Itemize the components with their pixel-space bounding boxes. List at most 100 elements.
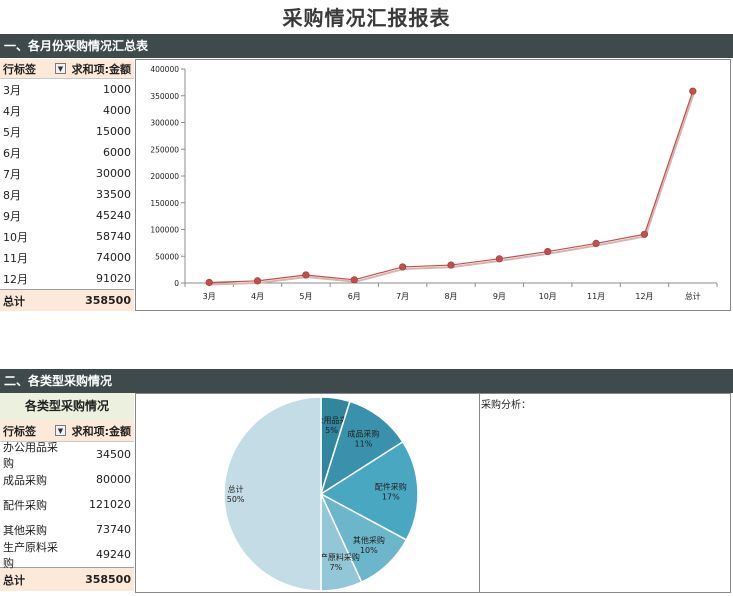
table-row: 8月 33500	[0, 184, 134, 205]
y-tick-label: 200000	[150, 172, 179, 181]
section2-header: 二、各类型采购情况	[0, 369, 733, 393]
x-tick-label: 12月	[635, 292, 653, 301]
row-value: 6000	[103, 146, 131, 159]
data-point	[495, 255, 503, 263]
data-point	[253, 277, 262, 285]
x-tick-label: 7月	[396, 292, 409, 301]
slice-label: 总计	[228, 484, 244, 494]
row-value: 121020	[89, 498, 131, 511]
row-value: 4000	[103, 104, 131, 117]
sum-header: 求和项:金额	[71, 424, 131, 438]
row-value: 34500	[96, 448, 131, 461]
data-point	[447, 261, 455, 269]
pie-slice	[223, 396, 322, 592]
row-label: 其他采购	[3, 523, 47, 537]
monthly-pivot-table: 行标签 ▼ 求和项:金额 3月 1000 4月 4000 5月 15000 6月 6000 7月 3…	[0, 59, 134, 311]
row-label: 办公用品采购	[3, 440, 58, 470]
table-row: 11月 74000	[0, 247, 134, 268]
row-value: 80000	[96, 473, 131, 486]
row-value: 49240	[96, 548, 131, 561]
table-row: 6月 6000	[0, 142, 134, 163]
x-tick-label: 6月	[348, 292, 361, 301]
section1-header: 一、各月份采购情况汇总表	[0, 34, 733, 58]
slice-percent: 17%	[382, 492, 400, 501]
data-point	[544, 247, 552, 256]
slice-percent: 10%	[360, 546, 378, 555]
slice-label: 成品采购	[347, 429, 379, 439]
sum-header: 求和项:金额	[71, 62, 131, 76]
series-shadow	[210, 92, 695, 286]
row-value: 74000	[96, 251, 131, 264]
type-table-title: 各类型采购情况	[0, 393, 134, 420]
total-row: 总计 358500	[0, 567, 134, 591]
series-line	[209, 91, 694, 284]
analysis-label: 采购分析：	[481, 400, 531, 411]
row-label: 8月	[3, 188, 21, 202]
table-row: 12月 91020	[0, 268, 134, 289]
y-tick-label: 300000	[150, 119, 179, 128]
row-label: 6月	[3, 146, 21, 160]
row-label: 10月	[3, 230, 28, 244]
x-tick-label: 总计	[685, 291, 701, 301]
row-label: 7月	[3, 167, 21, 181]
row-value: 1000	[103, 83, 131, 96]
data-point	[640, 230, 649, 238]
x-tick-label: 5月	[299, 292, 312, 301]
row-label: 配件采购	[3, 498, 47, 512]
table-row: 5月 15000	[0, 121, 134, 142]
slice-percent: 11%	[355, 440, 373, 449]
table-row: 10月 58740	[0, 226, 134, 247]
slice-percent: 7%	[330, 563, 343, 572]
row-label: 12月	[3, 272, 28, 286]
data-point	[689, 87, 697, 95]
y-tick-label: 250000	[150, 145, 179, 154]
row-label: 4月	[3, 104, 21, 118]
slice-percent: 50%	[227, 495, 245, 504]
table-row: 9月 45240	[0, 205, 134, 226]
pivot-header: 行标签 ▼ 求和项:金额	[0, 59, 134, 79]
data-point	[350, 276, 358, 284]
row-value: 15000	[96, 125, 131, 138]
row-label: 5月	[3, 125, 21, 139]
y-tick-label: 150000	[150, 199, 179, 208]
filter-dropdown-icon[interactable]: ▼	[55, 425, 66, 436]
filter-dropdown-icon[interactable]: ▼	[55, 63, 66, 74]
row-label-header: 行标签	[3, 424, 36, 438]
total-label: 总计	[3, 294, 25, 308]
y-tick-label: 100000	[150, 226, 179, 235]
data-point	[302, 271, 310, 279]
row-label: 9月	[3, 209, 21, 223]
y-tick-label: 50000	[155, 252, 179, 261]
x-tick-label: 9月	[493, 292, 506, 301]
total-value: 358500	[85, 294, 131, 307]
row-value: 33500	[96, 188, 131, 201]
x-tick-label: 4月	[251, 292, 264, 301]
row-label-header: 行标签	[3, 62, 36, 76]
table-row: 4月 4000	[0, 100, 134, 121]
row-value: 45240	[96, 209, 131, 222]
y-tick-label: 400000	[150, 65, 179, 74]
table-row: 7月 30000	[0, 163, 134, 184]
row-label: 成品采购	[3, 473, 47, 487]
x-tick-label: 8月	[444, 292, 457, 301]
table-row: 成品采购 80000	[0, 467, 134, 492]
total-value: 358500	[85, 573, 131, 586]
type-pivot-table: 各类型采购情况 行标签 ▼ 求和项:金额 办公用品采购 34500 成品采购 80000…	[0, 393, 134, 591]
x-tick-label: 10月	[539, 292, 557, 301]
row-value: 91020	[96, 272, 131, 285]
page-title: 采购情况汇报报表	[282, 6, 451, 30]
data-point	[205, 278, 213, 287]
x-tick-label: 3月	[203, 292, 216, 301]
table-row: 配件采购 121020	[0, 492, 134, 517]
y-tick-label: 350000	[150, 92, 179, 101]
row-value: 73740	[96, 523, 131, 536]
slice-percent: 5%	[325, 426, 338, 435]
row-label: 11月	[3, 251, 28, 265]
type-pie-chart: 办公用品采购5% 成品采购11%配件采购17%其他采购10%生产原料采购7%总计5…	[223, 396, 419, 592]
y-tick-label: 0	[174, 279, 179, 288]
total-label: 总计	[3, 573, 25, 587]
analysis-box[interactable]	[479, 393, 731, 593]
slice-label: 配件采购	[375, 481, 407, 491]
total-row: 总计 358500	[0, 289, 134, 311]
table-row: 办公用品采购 34500	[0, 441, 134, 470]
